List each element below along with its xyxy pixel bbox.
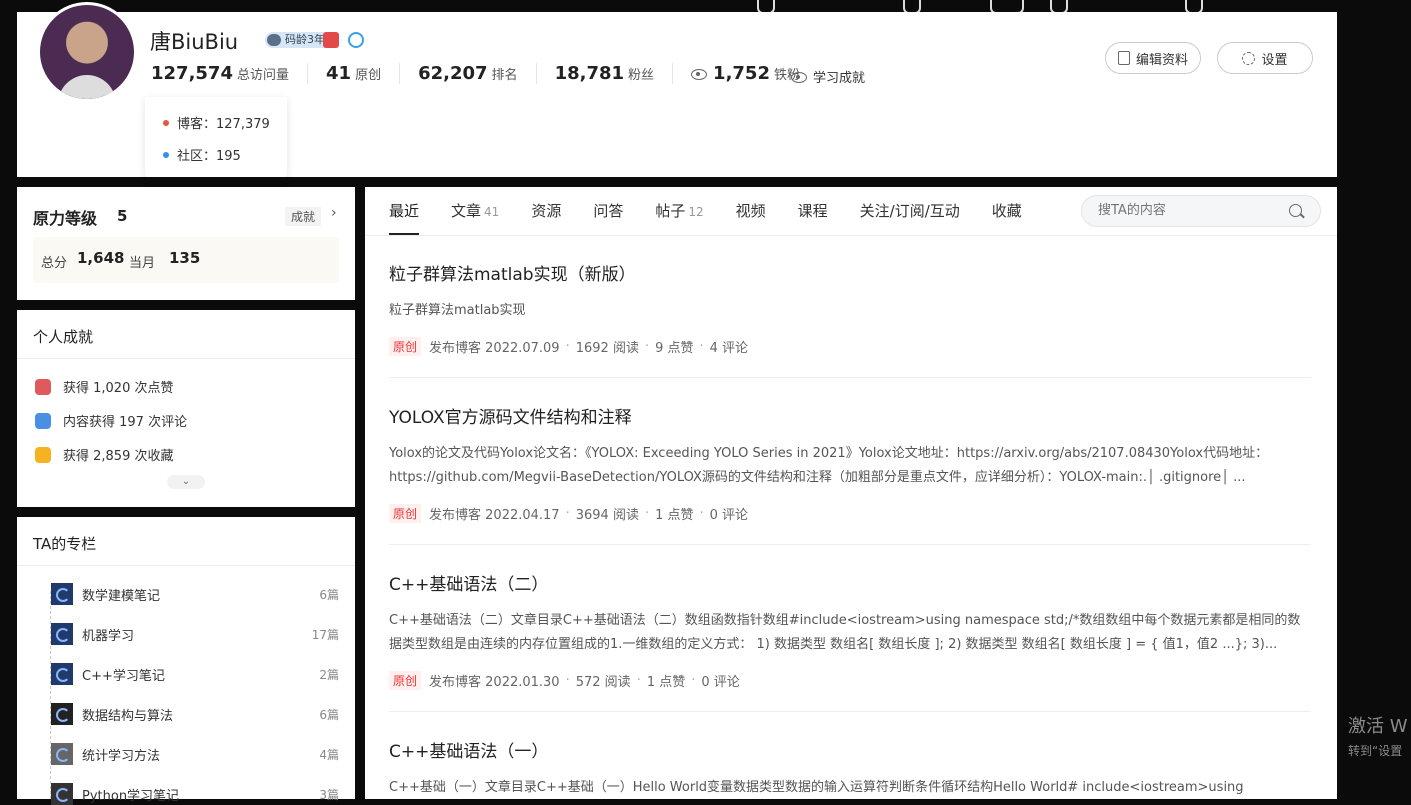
column-thumbnail — [51, 623, 73, 645]
force-level-card: 原力等级 5 成就 › 总分 1,648 当月 135 — [17, 187, 355, 300]
stat-rank[interactable]: 62,207 排名 — [418, 63, 537, 84]
column-thumbnail — [51, 703, 73, 725]
divider — [389, 544, 1311, 545]
column-item[interactable]: 机器学习 17篇 — [51, 623, 339, 645]
tab-videos[interactable]: 视频 — [736, 187, 766, 235]
divider — [389, 711, 1311, 712]
tab-qa[interactable]: 问答 — [593, 187, 623, 235]
column-item[interactable]: Python学习笔记 3篇 — [51, 783, 339, 805]
red-medal-icon — [323, 32, 339, 48]
article-meta: 原创 发布博客 2022.07.09 · 1692 阅读 · 9 点赞 · 4 评论 — [389, 337, 1311, 356]
profile-header: 唐BiuBiu 码龄3年 127,574 总访问量 41 原创 62,207 排名 1… — [17, 2, 1337, 177]
article-description: 粒子群算法matlab实现 — [389, 303, 526, 318]
achievement-favorites: 获得 2,859 次收藏 — [35, 445, 173, 464]
article-title[interactable]: 粒子群算法matlab实现（新版） — [389, 260, 1311, 285]
divider — [17, 358, 355, 359]
original-tag: 原创 — [389, 337, 422, 356]
content-tabs: 最近 文章 41 资源 问答 帖子 12 视频 课程 关注/订阅/互动 收藏 — [389, 187, 1054, 235]
windows-activation-watermark: 激活 W 转到“设置 — [1348, 716, 1408, 758]
popover-blog-row: 博客：127,379 — [163, 113, 270, 132]
visits-breakdown-popover: 博客：127,379 社区：195 — [145, 97, 287, 177]
blue-dot-icon — [163, 151, 169, 158]
achievement-link[interactable]: 成就 — [285, 207, 322, 226]
divider — [17, 565, 355, 566]
stat-original[interactable]: 41 原创 — [326, 63, 401, 84]
original-tag: 原创 — [389, 504, 422, 523]
tab-posts[interactable]: 帖子 12 — [655, 187, 703, 235]
level-title: 原力等级 — [33, 209, 98, 228]
article-item: C++基础语法（二） C++基础语法（二）文章目录C++基础语法（二）数组函数指… — [389, 570, 1311, 690]
learning-achievements-link[interactable]: 学习成就 — [791, 67, 865, 86]
search-input[interactable] — [1096, 202, 1280, 219]
article-item: YOLOX官方源码文件结构和注释 Yolox的论文及代码Yolox论文名：《YO… — [389, 403, 1311, 523]
article-meta: 原创 发布博客 2022.01.30 · 572 阅读 · 1 点赞 · 0 评论 — [389, 671, 1311, 690]
avatar[interactable] — [37, 2, 137, 102]
like-badge-icon — [35, 378, 51, 395]
male-gender-icon — [348, 32, 364, 48]
month-score-label: 当月 — [129, 256, 156, 271]
level-value: 5 — [117, 207, 128, 225]
column-item[interactable]: 数据结构与算法 6篇 — [51, 703, 339, 725]
main-content: 最近 文章41 资源 问答 帖子12 视频 课程 关注/订阅/互动 收藏 粒子群… — [365, 187, 1337, 799]
column-item[interactable]: 统计学习方法 4篇 — [51, 743, 339, 765]
popover-community-row: 社区：195 — [163, 145, 241, 164]
achievement-likes: 获得 1,020 次点赞 — [35, 377, 173, 396]
article-description: C++基础语法（二）文章目录C++基础语法（二）数组函数指针数组#include… — [389, 613, 1301, 652]
red-dot-icon — [163, 119, 169, 126]
personal-achievements-card: 个人成就 获得 1,020 次点赞 内容获得 197 次评论 获得 2,859 … — [17, 310, 355, 507]
edit-profile-button[interactable]: 编辑资料 — [1105, 42, 1201, 74]
stat-fans[interactable]: 18,781 粉丝 — [555, 63, 674, 84]
achievements-title: 个人成就 — [33, 328, 94, 346]
gear-icon — [1242, 51, 1256, 65]
code-age-badge: 码龄3年 — [265, 32, 331, 48]
search-icon[interactable] — [1289, 204, 1302, 217]
username: 唐BiuBiu — [150, 30, 239, 54]
divider — [389, 377, 1311, 378]
columns-card: TA的专栏 数学建模笔记 6篇 机器学习 17篇 C++学习笔记 2篇 数据结构与算法… — [17, 517, 355, 805]
comment-badge-icon — [35, 412, 51, 429]
article-item: C++基础语法（一） C++基础（一）文章目录C++基础（一）Hello Wor… — [389, 737, 1311, 799]
article-description: C++基础（一）文章目录C++基础（一）Hello World变量数据类型数据的… — [389, 780, 1244, 795]
column-item[interactable]: C++学习笔记 2篇 — [51, 663, 339, 685]
total-score-value: 1,648 — [77, 249, 125, 267]
eye-icon — [791, 72, 807, 83]
expand-chevron-down-icon[interactable]: ⌄ — [167, 475, 205, 489]
original-tag: 原创 — [389, 671, 422, 690]
chevron-right-icon[interactable]: › — [331, 205, 337, 221]
level-score-box: 总分 1,648 当月 135 — [33, 237, 339, 283]
article-description: Yolox的论文及代码Yolox论文名：《YOLOX: Exceeding YO… — [389, 446, 1269, 485]
eye-icon — [691, 69, 708, 80]
article-title[interactable]: C++基础语法（二） — [389, 570, 1311, 595]
article-title[interactable]: YOLOX官方源码文件结构和注释 — [389, 403, 1311, 428]
stat-total-visits[interactable]: 127,574 总访问量 — [151, 63, 308, 84]
profile-stats: 127,574 总访问量 41 原创 62,207 排名 18,781 粉丝 1,752… — [151, 63, 836, 84]
favorite-badge-icon — [35, 446, 51, 463]
tab-favorites[interactable]: 收藏 — [992, 187, 1022, 235]
total-score-label: 总分 — [41, 256, 68, 271]
column-thumbnail — [51, 743, 73, 765]
tab-follow[interactable]: 关注/订阅/互动 — [860, 187, 960, 235]
edit-doc-icon — [1117, 51, 1130, 65]
achievement-comments: 内容获得 197 次评论 — [35, 411, 187, 430]
column-thumbnail — [51, 663, 73, 685]
content-search — [1081, 195, 1321, 227]
article-item: 粒子群算法matlab实现（新版） 粒子群算法matlab实现 原创 发布博客 … — [389, 260, 1311, 356]
article-meta: 原创 发布博客 2022.04.17 · 3694 阅读 · 1 点赞 · 0 评论 — [389, 504, 1311, 523]
article-title[interactable]: C++基础语法（一） — [389, 737, 1311, 762]
divider — [365, 235, 1337, 236]
tab-resources[interactable]: 资源 — [531, 187, 561, 235]
columns-title: TA的专栏 — [33, 535, 97, 553]
month-score-value: 135 — [169, 249, 201, 267]
tab-articles[interactable]: 文章 41 — [451, 187, 499, 235]
column-thumbnail — [51, 583, 73, 605]
tab-courses[interactable]: 课程 — [798, 187, 828, 235]
column-item[interactable]: 数学建模笔记 6篇 — [51, 583, 339, 605]
tab-recent[interactable]: 最近 — [389, 187, 420, 235]
column-thumbnail — [51, 783, 73, 805]
settings-button[interactable]: 设置 — [1217, 42, 1313, 74]
